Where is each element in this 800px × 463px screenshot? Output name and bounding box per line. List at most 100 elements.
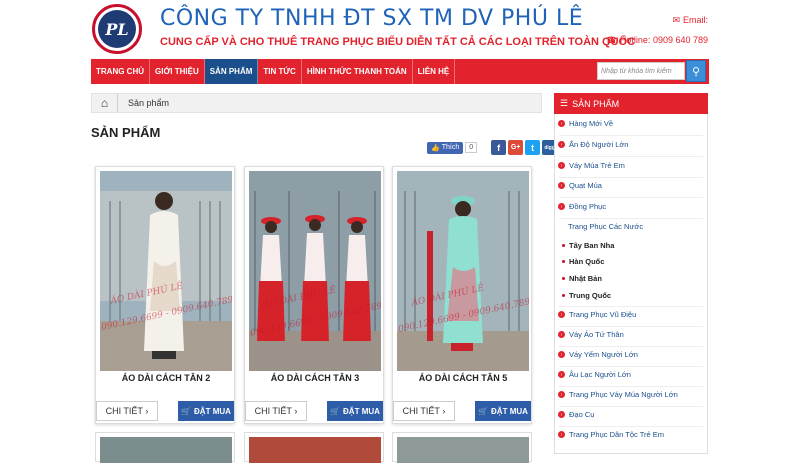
sidebar-subitem[interactable]: Nhật Bản <box>555 274 707 283</box>
google-plus-share-icon[interactable]: G+ <box>508 140 524 155</box>
sidebar-subitem[interactable]: Tây Ban Nha <box>555 241 707 250</box>
detail-button[interactable]: CHI TIẾT › <box>245 401 307 421</box>
sidebar-item[interactable]: › Đồng Phục <box>555 202 707 211</box>
product-card[interactable]: ÁO DÀI PHÚ LÊ 090.129.6699 - 0909.640.78… <box>392 166 532 424</box>
detail-label: CHI TIẾT <box>105 406 143 416</box>
sidebar-subitem[interactable]: Trung Quốc <box>555 291 707 300</box>
product-name[interactable]: ÁO DÀI CÁCH TÂN 5 <box>393 373 533 383</box>
thumbs-up-icon: 👍 <box>431 144 440 152</box>
sidebar-item[interactable]: › Trang Phục Dân Tộc Trẻ Em <box>555 430 707 439</box>
arrow-bullet-icon: › <box>558 351 565 358</box>
detail-button[interactable]: CHI TIẾT › <box>96 401 158 421</box>
sidebar-item[interactable]: › Trang Phục Vũ Điệu <box>555 310 707 319</box>
sidebar-item[interactable]: › Quạt Múa <box>555 181 707 190</box>
email-label[interactable]: Email: <box>683 12 708 28</box>
divider <box>559 406 703 407</box>
product-photo[interactable]: ÁO DÀI PHÚ LÊ 090.129.6699 - 0909.640.78… <box>397 171 529 371</box>
nav-item-payment[interactable]: HÌNH THỨC THANH TOÁN <box>302 59 413 84</box>
sidebar-item[interactable]: › Âu Lạc Người Lớn <box>555 370 707 379</box>
sidebar-item[interactable]: › Trang Phục Váy Múa Người Lớn <box>555 390 707 399</box>
product-photo[interactable] <box>100 437 232 463</box>
detail-label: CHI TIẾT <box>254 406 292 416</box>
sidebar-item-label: Quạt Múa <box>569 181 602 190</box>
sidebar-item[interactable]: › Váy Yếm Người Lớn <box>555 350 707 359</box>
divider <box>559 326 703 327</box>
search-input[interactable]: Nhập từ khóa tìm kiếm <box>597 62 685 80</box>
facebook-share-icon[interactable]: f <box>491 140 507 155</box>
product-name[interactable]: ÁO DÀI CÁCH TÂN 2 <box>96 373 236 383</box>
facebook-like-button[interactable]: 👍 Thích <box>427 141 464 154</box>
product-photo[interactable]: ÁO DÀI PHÚ LÊ 090.129.6699 - 0909.640.78… <box>100 171 232 371</box>
like-count: 0 <box>465 142 478 153</box>
sidebar-item-label: Đạo Cụ <box>569 410 595 419</box>
divider <box>559 386 703 387</box>
order-label: ĐẶT MUA <box>194 406 231 416</box>
divider <box>559 218 703 219</box>
sidebar-item-label: Trang Phục Dân Tộc Trẻ Em <box>569 430 665 439</box>
envelope-icon: ✉ <box>672 15 680 25</box>
sidebar-item-label: Trang Phục Váy Múa Người Lớn <box>569 390 678 399</box>
nav-item-home[interactable]: TRANG CHỦ <box>91 59 150 84</box>
hotline-text[interactable]: Hotline: 0909 640 789 <box>620 32 708 48</box>
arrow-bullet-icon: › <box>558 120 565 127</box>
page-title: SẢN PHẨM <box>91 125 161 140</box>
sidebar-item-label: Âu Lạc Người Lớn <box>569 370 631 379</box>
nav-item-about[interactable]: GIỚI THIỆU <box>150 59 205 84</box>
divider <box>559 426 703 427</box>
nav-item-contact[interactable]: LIÊN HỆ <box>413 59 456 84</box>
search-icon: ⚲ <box>691 65 701 78</box>
company-name: CÔNG TY TNHH ĐT SX TM DV PHÚ LÊ <box>160 6 584 31</box>
order-button[interactable]: 🛒 ĐẶT MUA <box>475 401 531 421</box>
company-logo[interactable]: PL <box>92 4 142 54</box>
sidebar-item-label: Váy Yếm Người Lớn <box>569 350 638 359</box>
company-slogan: CUNG CẤP VÀ CHO THUÊ TRANG PHỤC BIỂU DIỄ… <box>160 36 636 48</box>
arrow-bullet-icon: › <box>558 431 565 438</box>
product-photo[interactable] <box>397 437 529 463</box>
sidebar-item-label: Nhật Bản <box>569 274 602 283</box>
sidebar-item-label: Trang Phục Vũ Điệu <box>569 310 637 319</box>
sidebar-item-label: Tây Ban Nha <box>569 241 615 250</box>
product-photo[interactable] <box>249 437 381 463</box>
cart-icon: 🛒 <box>478 406 489 416</box>
order-button[interactable]: 🛒 ĐẶT MUA <box>327 401 383 421</box>
detail-button[interactable]: CHI TIẾT › <box>393 401 455 421</box>
nav-item-news[interactable]: TIN TỨC <box>258 59 302 84</box>
divider <box>559 197 703 198</box>
arrow-bullet-icon: › <box>558 182 565 189</box>
sidebar-category-list: › Hàng Mới Về › Ấn Độ Người Lớn › Váy Múa T… <box>554 114 708 454</box>
sidebar-item-label: Đồng Phục <box>569 202 607 211</box>
nav-item-products[interactable]: SẢN PHẨM <box>204 59 259 84</box>
sidebar-item[interactable]: › Váy Múa Trẻ Em <box>555 161 707 170</box>
product-card-partial[interactable] <box>244 432 384 463</box>
arrow-bullet-icon: › <box>558 162 565 169</box>
order-button[interactable]: 🛒 ĐẶT MUA <box>178 401 234 421</box>
sidebar-item[interactable]: › Hàng Mới Về <box>555 119 707 128</box>
arrow-bullet-icon: › <box>558 331 565 338</box>
detail-label: CHI TIẾT <box>402 406 440 416</box>
product-card[interactable]: ÁO DÀI PHÚ LÊ 090.129.6699 - 0909.640.78… <box>244 166 384 424</box>
product-card-partial[interactable] <box>95 432 235 463</box>
sidebar-item[interactable]: › Ấn Độ Người Lớn <box>555 140 707 149</box>
home-icon[interactable]: ⌂ <box>92 94 118 112</box>
sidebar-item[interactable]: › Đạo Cụ <box>555 410 707 419</box>
chevron-right-icon: › <box>439 406 446 416</box>
search-button[interactable]: ⚲ <box>686 60 706 82</box>
sidebar-item[interactable]: › Váy Áo Tứ Thân <box>555 330 707 339</box>
sidebar-title: SẢN PHẨM <box>572 98 620 109</box>
sidebar-item[interactable]: Trang Phục Các Nước <box>555 222 707 231</box>
bullet-icon <box>562 294 565 297</box>
product-photo[interactable]: ÁO DÀI PHÚ LÊ 090.129.6699 - 0909.640.78… <box>249 171 381 371</box>
divider <box>559 135 703 136</box>
bullet-icon <box>562 277 565 280</box>
product-name[interactable]: ÁO DÀI CÁCH TÂN 3 <box>245 373 385 383</box>
twitter-share-icon[interactable]: t <box>525 140 541 155</box>
chevron-right-icon: › <box>291 406 298 416</box>
divider <box>559 306 703 307</box>
sidebar-subitem[interactable]: Hàn Quốc <box>555 257 707 266</box>
divider <box>559 346 703 347</box>
product-card[interactable]: ÁO DÀI PHÚ LÊ 090.129.6699 - 0909.640.78… <box>95 166 235 424</box>
order-label: ĐẶT MUA <box>343 406 380 416</box>
sidebar-item-label: Hàng Mới Về <box>569 119 614 128</box>
list-icon: ☰ <box>560 98 569 108</box>
product-card-partial[interactable] <box>392 432 532 463</box>
